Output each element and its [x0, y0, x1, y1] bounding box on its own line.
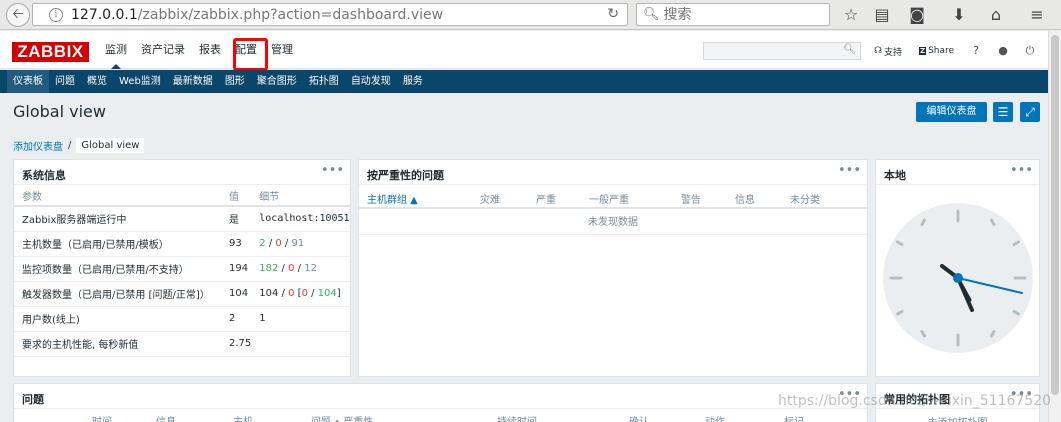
menu-reports[interactable]: 报表: [192, 31, 228, 69]
share-link[interactable]: Z Share: [919, 42, 954, 60]
column-not-classified: 未分类: [790, 195, 820, 206]
sub-menu: 仪表板 问题 概览 Web监测 最新数据 图形 聚合图形 拓扑图 自动发现 服务: [0, 70, 1048, 93]
menu-configuration[interactable]: 配置: [228, 31, 264, 69]
widget-options-icon[interactable]: •••: [321, 163, 344, 178]
submenu-discovery[interactable]: 自动发现: [345, 70, 397, 93]
submenu-graphs[interactable]: 图形: [219, 70, 251, 93]
table-row: 监控项数量（已启用/已禁用/不支持） 194 182 / 0 / 12: [14, 256, 350, 282]
reload-icon[interactable]: ↻: [607, 6, 619, 22]
browser-search-input[interactable]: [663, 6, 814, 23]
submenu-services[interactable]: 服务: [397, 70, 429, 93]
pocket-icon[interactable]: ◙: [906, 4, 928, 26]
reading-list-icon[interactable]: ▤: [871, 4, 893, 26]
breadcrumb: 添加仪表盘 / Global view: [13, 138, 145, 153]
widget-local-clock: 本地 •••: [875, 159, 1040, 377]
menu-icon[interactable]: ≡: [1026, 4, 1048, 26]
column-warning: 警告: [681, 195, 701, 206]
scroll-thumb[interactable]: [1051, 35, 1059, 395]
widget-title: 问题: [22, 393, 44, 406]
info-icon[interactable]: i: [49, 7, 63, 22]
browser-toolbar: 🡠 i 127.0.0.1/zabbix/zabbix.php?action=d…: [0, 0, 1061, 30]
address-bar[interactable]: i 127.0.0.1/zabbix/zabbix.php?action=das…: [32, 3, 628, 26]
widget-options-icon[interactable]: •••: [1010, 163, 1033, 178]
breadcrumb-current[interactable]: Global view: [76, 138, 145, 153]
submenu-maps[interactable]: 拓扑图: [303, 70, 345, 93]
no-maps-message: 未添加拓扑图: [876, 414, 1039, 422]
table-row: 主机数量（已启用/已禁用/模板） 93 2 / 0 / 91: [14, 231, 350, 257]
system-info-table: 参数 值 细节 Zabbix服务器端运行中 是 localhost:10051 …: [14, 185, 350, 357]
submenu-web[interactable]: Web监测: [113, 70, 167, 93]
home-icon[interactable]: ⌂: [985, 4, 1007, 26]
widget-header: 问题 •••: [14, 384, 867, 409]
main-menu: 监测 资产记录 报表 配置 管理: [98, 31, 300, 69]
share-icon: Z: [919, 47, 927, 55]
widget-title: 本地: [884, 169, 906, 182]
breadcrumb-add-dashboard[interactable]: 添加仪表盘: [13, 138, 63, 153]
menu-monitoring[interactable]: 监测: [98, 31, 134, 69]
edit-dashboard-button[interactable]: 编辑仪表盘: [916, 102, 987, 122]
zabbix-header: ZABBIX 监测 资产记录 报表 配置 管理 🔍︎ ☊ 支持 Z Share ? …: [0, 31, 1048, 69]
no-data-message: 未发现数据: [359, 211, 867, 235]
submenu-latest-data[interactable]: 最新数据: [167, 70, 219, 93]
column-header: 值: [221, 185, 252, 207]
bookmark-star-icon[interactable]: ☆: [840, 4, 862, 26]
table-row: 用户数(线上) 2 1: [14, 306, 350, 332]
global-search-input[interactable]: 🔍︎: [703, 42, 861, 60]
widget-header: 按严重性的问题 •••: [359, 160, 867, 185]
column-disaster: 灾难: [480, 195, 500, 206]
submenu-overview[interactable]: 概览: [81, 70, 113, 93]
column-header: 细节: [251, 185, 350, 207]
download-icon[interactable]: ⬇: [948, 4, 970, 26]
table-row: Zabbix服务器端运行中 是 localhost:10051: [14, 206, 350, 232]
menu-inventory[interactable]: 资产记录: [134, 31, 192, 69]
widget-header: 本地 •••: [876, 160, 1039, 185]
page-title: Global view: [13, 102, 106, 121]
table-row: 要求的主机性能, 每秒新值 2.75: [14, 331, 350, 357]
widget-title: 按严重性的问题: [367, 169, 444, 182]
widget-options-icon[interactable]: •••: [838, 163, 861, 178]
column-high: 严重: [536, 195, 556, 206]
back-icon[interactable]: 🡠: [6, 3, 30, 27]
page-scrollbar[interactable]: [1048, 31, 1061, 422]
user-profile-icon[interactable]: ●: [996, 42, 1010, 60]
submenu-problems[interactable]: 问题: [49, 70, 81, 93]
submenu-screens[interactable]: 聚合图形: [251, 70, 303, 93]
support-link[interactable]: ☊ 支持: [874, 42, 902, 60]
table-row: 触发器数量（已启用/已禁用 [问题/正常]） 104 104 / 0 [0 / …: [14, 281, 350, 307]
analog-clock: [883, 203, 1033, 353]
dashboard-list-icon[interactable]: ☰: [993, 102, 1013, 122]
submenu-dashboard[interactable]: 仪表板: [7, 70, 49, 93]
widget-header: 系统信息 •••: [14, 160, 350, 185]
breadcrumb-separator: /: [68, 140, 72, 151]
logout-icon[interactable]: ⏻: [1023, 42, 1037, 60]
help-icon[interactable]: ?: [969, 42, 983, 60]
zabbix-logo[interactable]: ZABBIX: [12, 42, 89, 62]
fullscreen-icon[interactable]: ⤢: [1020, 102, 1040, 122]
column-average: 一般严重: [589, 195, 629, 206]
column-information: 信息: [735, 195, 755, 206]
severity-table-header: 主机群组 ▲ 灾难 严重 一般严重 警告 信息 未分类: [359, 185, 867, 209]
watermark: https://blog.csdn.net/weixin_51167520: [778, 393, 1052, 409]
url-text: 127.0.0.1/zabbix/zabbix.php?action=dashb…: [71, 6, 444, 23]
search-icon: 🔍︎: [643, 7, 660, 22]
widget-problems-by-severity: 按严重性的问题 ••• 主机群组 ▲ 灾难 严重 一般严重 警告 信息 未分类 …: [358, 159, 868, 377]
widget-title: 系统信息: [22, 169, 66, 182]
column-host-group[interactable]: 主机群组 ▲: [367, 191, 418, 206]
search-icon[interactable]: 🔍︎: [843, 44, 856, 55]
menu-administration[interactable]: 管理: [264, 31, 300, 69]
browser-search[interactable]: 🔍︎: [636, 3, 830, 26]
widget-problems: 问题 ••• 时间 信息 主机 问题 • 严重性 持续时间 确认 动作 标记: [13, 383, 868, 422]
column-header: 参数: [14, 185, 221, 207]
widget-system-info: 系统信息 ••• 参数 值 细节 Zabbix服务器端运行中 是 localho…: [13, 159, 351, 377]
headset-icon: ☊: [874, 46, 882, 56]
